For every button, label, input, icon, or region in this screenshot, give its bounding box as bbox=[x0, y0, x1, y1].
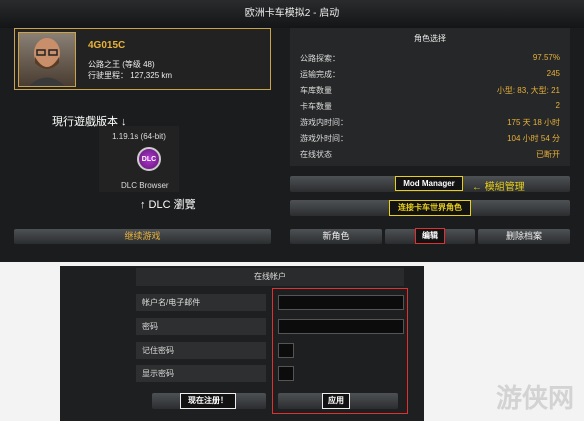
apply-button[interactable]: 应用 bbox=[322, 393, 350, 409]
stats-list: 公路探索： 97.57% 运输完成： 245 车库数量 小型: 83, 大型: … bbox=[300, 53, 560, 165]
stat-label: 运输完成： bbox=[300, 70, 340, 79]
stat-value: 175 天 18 小时 bbox=[507, 118, 560, 127]
password-label: 密码 bbox=[136, 318, 266, 335]
profile-rank: 公路之王 (等级 48) bbox=[88, 60, 155, 69]
edit-profile-button[interactable]: 编辑 bbox=[415, 228, 445, 244]
connect-world-of-trucks-button[interactable]: 连接卡车世界角色 bbox=[389, 200, 471, 216]
online-account-window: 在线帐户 帐户名/电子邮件 密码 记住密码 显示密码 现在注册！ 应用 bbox=[60, 266, 424, 421]
dlc-note: ↑ DLC 瀏覽 bbox=[140, 199, 196, 211]
stat-row: 游戏内时间： 175 天 18 小时 bbox=[300, 117, 560, 133]
delete-profile-button[interactable]: 删除档案 bbox=[478, 229, 570, 244]
remember-password-checkbox[interactable] bbox=[278, 343, 294, 358]
version-box: 1.19.1s (64-bit) DLC DLC Browser bbox=[99, 126, 179, 192]
stat-value: 2 bbox=[555, 101, 560, 110]
stat-label: 游戏内时间： bbox=[300, 118, 348, 127]
version-label: 1.19.1s (64-bit) bbox=[112, 132, 166, 141]
avatar-face-icon bbox=[29, 38, 65, 86]
launcher-window: 欧洲卡车模拟2 - 启动 4G015C 公路之王 (等级 48) 行驶里程： 1… bbox=[0, 0, 584, 262]
stat-row: 卡车数量 2 bbox=[300, 101, 560, 117]
stat-label: 公路探索： bbox=[300, 54, 340, 63]
new-profile-button[interactable]: 新角色 bbox=[290, 229, 382, 244]
stat-row: 车库数量 小型: 83, 大型: 21 bbox=[300, 85, 560, 101]
watermark-logo: 游侠网 bbox=[496, 383, 575, 413]
stat-value: 245 bbox=[546, 69, 560, 78]
stat-label: 游戏外时间： bbox=[300, 134, 348, 143]
profile-card[interactable]: 4G015C 公路之王 (等级 48) 行驶里程： 127,325 km bbox=[14, 28, 271, 90]
remember-password-label: 记住密码 bbox=[136, 342, 266, 359]
show-password-checkbox[interactable] bbox=[278, 366, 294, 381]
stats-title: 角色选择 bbox=[414, 34, 446, 43]
password-input[interactable] bbox=[278, 319, 404, 334]
mod-manager-note: ← 模組管理 bbox=[472, 182, 525, 193]
dlc-badge-text: DLC bbox=[141, 156, 157, 163]
account-title: 在线帐户 bbox=[136, 268, 404, 286]
stat-row: 在线状态 已断开 bbox=[300, 149, 560, 165]
profile-mileage: 行驶里程： 127,325 km bbox=[88, 71, 173, 80]
register-button[interactable]: 现在注册！ bbox=[180, 393, 236, 409]
account-name-input[interactable] bbox=[278, 295, 404, 310]
stat-value: 小型: 83, 大型: 21 bbox=[496, 86, 560, 95]
stat-value: 104 小时 54 分 bbox=[507, 134, 560, 143]
stat-value: 97.57% bbox=[532, 53, 560, 62]
mod-manager-button[interactable]: Mod Manager bbox=[395, 176, 463, 191]
dlc-icon[interactable]: DLC bbox=[137, 147, 161, 171]
continue-game-button[interactable]: 继续游戏 bbox=[14, 229, 271, 244]
stats-panel: 角色选择 公路探索： 97.57% 运输完成： 245 车库数量 小型: 83,… bbox=[290, 28, 570, 166]
stat-row: 游戏外时间： 104 小时 54 分 bbox=[300, 133, 560, 149]
stat-value: 已断开 bbox=[536, 150, 560, 159]
window-title: 欧洲卡车模拟2 - 启动 bbox=[0, 0, 584, 28]
account-name-label: 帐户名/电子邮件 bbox=[136, 294, 266, 311]
stat-label: 在线状态 bbox=[300, 150, 332, 159]
stat-label: 车库数量 bbox=[300, 86, 332, 95]
show-password-label: 显示密码 bbox=[136, 365, 266, 382]
stat-label: 卡车数量 bbox=[300, 102, 332, 111]
avatar bbox=[18, 32, 76, 87]
stat-row: 运输完成： 245 bbox=[300, 69, 560, 85]
profile-name: 4G015C bbox=[88, 40, 126, 51]
stat-row: 公路探索： 97.57% bbox=[300, 53, 560, 69]
dlc-browser-label[interactable]: DLC Browser bbox=[121, 181, 169, 190]
